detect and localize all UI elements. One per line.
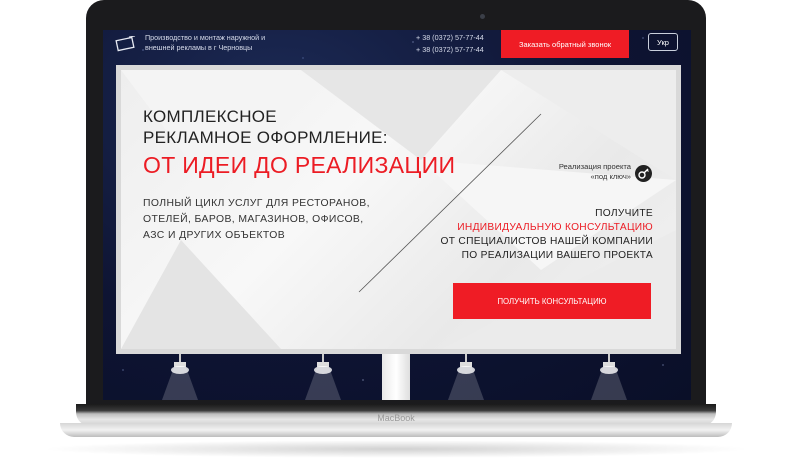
phone-list: + 38 (0372) 57-77-44 + 38 (0372) 57-77-4… [416, 32, 484, 56]
offer-line: ПОЛУЧИТЕ [595, 208, 653, 219]
language-switch[interactable]: Укр [648, 33, 678, 51]
site-tagline: Производство и монтаж наружной и внешней… [145, 33, 266, 52]
spotlight-icon [303, 354, 343, 400]
headline-line1: КОМПЛЕКСНОЕ [143, 107, 277, 126]
turnkey-line: «под ключ» [590, 172, 631, 181]
logo-icon[interactable] [115, 35, 137, 52]
phone-number[interactable]: + 38 (0372) 57-77-44 [416, 32, 484, 44]
laptop-shadow [40, 440, 752, 458]
callback-button[interactable]: Заказать обратный звонок [501, 30, 629, 58]
consultation-offer: ПОЛУЧИТЕ ИНДИВИДУАЛЬНУЮ КОНСУЛЬТАЦИЮ ОТ … [421, 207, 653, 263]
billboard-frame: КОМПЛЕКСНОЕ РЕКЛАМНОЕ ОФОРМЛЕНИЕ: ОТ ИДЕ… [116, 65, 681, 354]
billboard-post [382, 354, 410, 400]
camera-dot [480, 14, 485, 19]
offer-line: ПО РЕАЛИЗАЦИИ ВАШЕГО ПРОЕКТА [461, 250, 653, 261]
headline-highlight: ОТ ИДЕИ ДО РЕАЛИЗАЦИИ [143, 152, 456, 178]
phone-number[interactable]: + 38 (0372) 57-77-44 [416, 44, 484, 56]
get-consultation-button[interactable]: ПОЛУЧИТЬ КОНСУЛЬТАЦИЮ [453, 283, 651, 319]
hero-panel: КОМПЛЕКСНОЕ РЕКЛАМНОЕ ОФОРМЛЕНИЕ: ОТ ИДЕ… [121, 70, 676, 349]
laptop-base [60, 423, 732, 437]
spotlight-icon [589, 354, 629, 400]
headline-line2: РЕКЛАМНОЕ ОФОРМЛЕНИЕ: [143, 128, 388, 147]
website-screen: Производство и монтаж наружной и внешней… [103, 30, 691, 400]
device-brand-label: MacBook [377, 413, 415, 423]
turnkey-line: Реализация проекта [558, 162, 631, 171]
offer-line: ОТ СПЕЦИАЛИСТОВ НАШЕЙ КОМПАНИИ [440, 236, 653, 247]
hero-description: ПОЛНЫЙ ЦИКЛ УСЛУГ ДЛЯ РЕСТОРАНОВ, ОТЕЛЕЙ… [143, 198, 370, 241]
turnkey-label: Реализация проекта «под ключ» [539, 162, 631, 182]
offer-highlight: ИНДИВИДУАЛЬНУЮ КОНСУЛЬТАЦИЮ [457, 222, 653, 233]
spotlight-icon [160, 354, 200, 400]
spotlight-icon [446, 354, 486, 400]
key-icon [635, 165, 652, 182]
